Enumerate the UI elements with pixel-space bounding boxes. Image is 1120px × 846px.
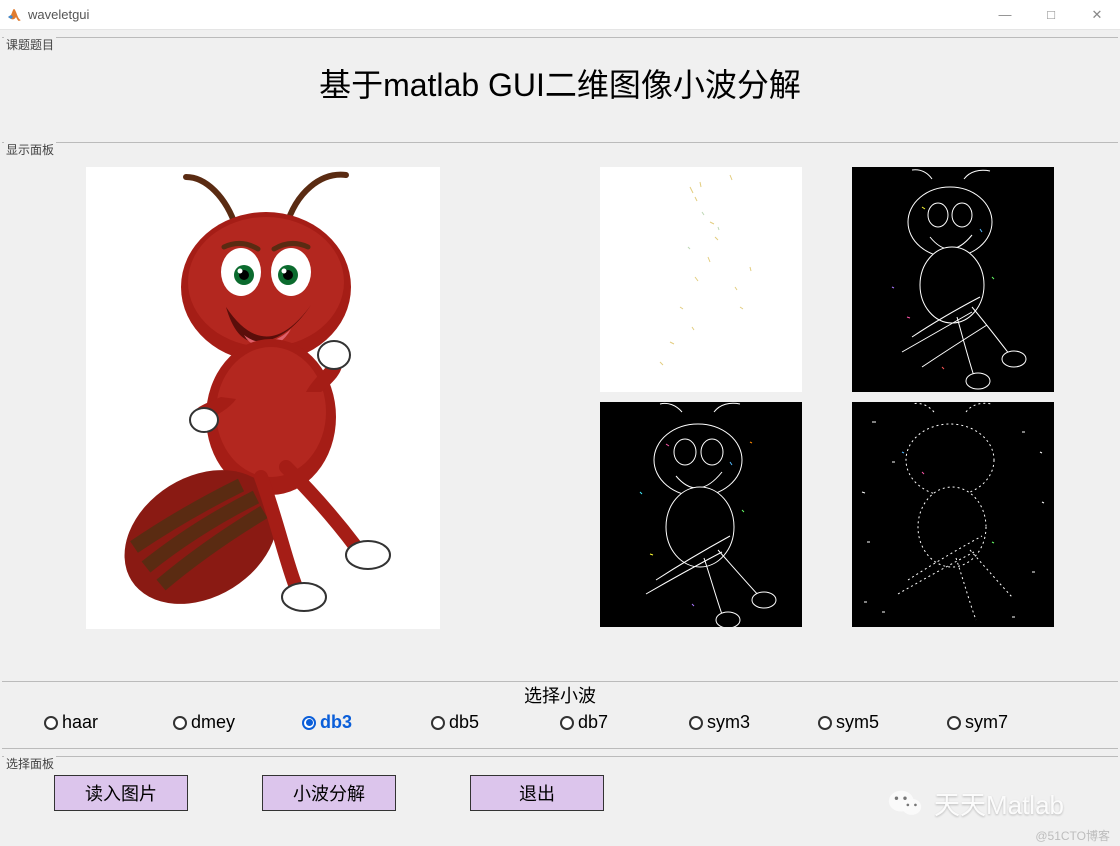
decomp-horizontal-axes: [852, 167, 1054, 392]
wavelet-radio-sym7[interactable]: sym7: [947, 712, 1076, 733]
page-title: 基于matlab GUI二维图像小波分解: [2, 38, 1118, 128]
radio-dot-icon: [431, 716, 445, 730]
choose-panel-label: 选择面板: [4, 755, 56, 772]
radio-label: db3: [320, 712, 352, 733]
radio-label: sym7: [965, 712, 1008, 733]
matlab-icon: [6, 7, 22, 23]
maximize-button[interactable]: □: [1028, 0, 1074, 30]
radio-label: db5: [449, 712, 479, 733]
load-image-button[interactable]: 读入图片: [54, 775, 188, 811]
radio-label: sym5: [836, 712, 879, 733]
window-controls: — □ ✕: [982, 0, 1120, 30]
wavelet-select-title: 选择小波: [2, 682, 1118, 708]
original-image-axes: [86, 167, 440, 629]
minimize-button[interactable]: —: [982, 0, 1028, 30]
wechat-icon: [886, 784, 924, 822]
wavelet-radio-dmey[interactable]: dmey: [173, 712, 302, 733]
watermark-text: @51CTO博客: [1035, 827, 1110, 844]
decomp-approx-axes: [600, 167, 802, 392]
wavelet-radio-db5[interactable]: db5: [431, 712, 560, 733]
radio-label: dmey: [191, 712, 235, 733]
decomp-vertical-axes: [600, 402, 802, 627]
window-titlebar: waveletgui — □ ✕: [0, 0, 1120, 30]
topic-panel-label: 课题题目: [4, 36, 56, 53]
display-panel-label: 显示面板: [4, 141, 56, 158]
radio-dot-icon: [302, 716, 316, 730]
window-title: waveletgui: [28, 7, 89, 22]
close-button[interactable]: ✕: [1074, 0, 1120, 30]
radio-label: sym3: [707, 712, 750, 733]
radio-dot-icon: [947, 716, 961, 730]
wechat-badge-text: 天天Matlab: [934, 785, 1064, 822]
decomp-diagonal-axes: [852, 402, 1054, 627]
radio-dot-icon: [560, 716, 574, 730]
wavelet-radio-sym3[interactable]: sym3: [689, 712, 818, 733]
display-panel: 显示面板: [2, 142, 1118, 674]
wavelet-radio-db7[interactable]: db7: [560, 712, 689, 733]
wavelet-radio-db3[interactable]: db3: [302, 712, 431, 733]
radio-label: db7: [578, 712, 608, 733]
radio-dot-icon: [689, 716, 703, 730]
wavelet-select-panel: 选择小波 haar dmey db3 db5 db7 sym3 sym5 sym7: [2, 681, 1118, 749]
radio-dot-icon: [818, 716, 832, 730]
wechat-badge: 天天Matlab: [886, 784, 1064, 822]
topic-panel: 课题题目 基于matlab GUI二维图像小波分解: [2, 37, 1118, 135]
wavelet-radio-sym5[interactable]: sym5: [818, 712, 947, 733]
exit-button[interactable]: 退出: [470, 775, 604, 811]
wavelet-radio-haar[interactable]: haar: [44, 712, 173, 733]
radio-label: haar: [62, 712, 98, 733]
radio-dot-icon: [44, 716, 58, 730]
radio-dot-icon: [173, 716, 187, 730]
wavelet-radio-group: haar dmey db3 db5 db7 sym3 sym5 sym7: [2, 712, 1118, 741]
decompose-button[interactable]: 小波分解: [262, 775, 396, 811]
